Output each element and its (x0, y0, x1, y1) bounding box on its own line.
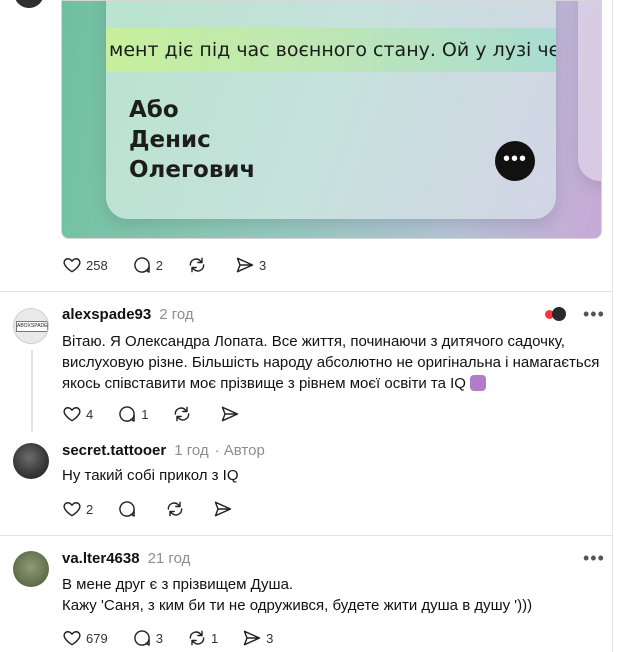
heart-icon (63, 407, 81, 422)
repost-icon (175, 406, 190, 422)
repost-button[interactable] (172, 404, 196, 424)
more-icon[interactable]: ••• (583, 304, 605, 325)
like-button[interactable]: 4 (62, 404, 93, 424)
comment-username[interactable]: secret.tattooer 1 год · Автор (62, 442, 265, 459)
liked-by-author-icon (545, 307, 567, 321)
avatar[interactable]: ABOXSPADE (13, 308, 49, 344)
reply-button[interactable]: 3 (132, 628, 163, 648)
share-icon (243, 630, 261, 646)
heart-icon (63, 258, 81, 273)
comment-line: якось співставити моє прізвище з рівнем … (62, 373, 599, 394)
avatar-badge-text: ABOXSPADE (16, 321, 48, 332)
post-actions: 258 2 3 (62, 253, 290, 277)
like-button[interactable]: 2 (62, 499, 93, 519)
repost-icon (167, 501, 183, 517)
comment-line: Ну такий собі прикол з IQ (62, 467, 239, 484)
reply-count: 3 (155, 630, 163, 646)
repost-icon (189, 630, 205, 646)
repost-count: 1 (210, 630, 219, 646)
media-more-button[interactable]: ••• (495, 141, 535, 181)
shrug-emoji-icon (469, 375, 486, 391)
reply-count: 1 (141, 406, 149, 422)
media-name-line-3: Олегович (129, 157, 256, 183)
comment-actions: 2 (62, 497, 261, 521)
like-count: 2 (86, 501, 94, 517)
avatar[interactable] (13, 551, 49, 587)
media-scroll-text: мент діє під час воєнного стану. Ой у лу… (109, 39, 556, 61)
username-text[interactable]: va.lter4638 (62, 550, 140, 567)
post-author-avatar[interactable] (14, 0, 44, 8)
username-text[interactable]: alexspade93 (62, 306, 151, 323)
comment-time: 1 год (174, 442, 209, 459)
reply-button[interactable]: 2 (132, 255, 163, 275)
share-button[interactable]: 3 (242, 628, 273, 648)
comment-text: Вітаю. Я Олександра Лопата. Все життя, п… (62, 331, 599, 394)
comment-text: Ну такий собі прикол з IQ (62, 465, 239, 486)
divider (0, 535, 612, 536)
like-count: 679 (86, 630, 108, 646)
share-button[interactable] (220, 404, 244, 424)
comment-line: вислуховую різне. Більшість народу абсол… (62, 354, 600, 371)
comment-username[interactable]: alexspade93 2 год (62, 306, 194, 323)
like-count: 258 (86, 257, 108, 273)
comment-username[interactable]: va.lter4638 21 год (62, 550, 190, 567)
comment-icon (133, 257, 150, 273)
heart-icon (63, 502, 81, 517)
comment-line: В мене друг є з прізвищем Душа. (62, 576, 294, 593)
comment-icon (119, 406, 136, 422)
repost-button[interactable] (165, 499, 189, 519)
heart-icon (63, 631, 81, 646)
reply-button[interactable] (117, 499, 141, 519)
repost-button[interactable]: 1 (187, 628, 218, 648)
comment-icon (119, 501, 136, 517)
comment-actions: 679 3 1 3 (62, 626, 297, 650)
comment-time: 2 год (159, 306, 194, 323)
share-count: 3 (266, 630, 274, 646)
comment-line: Вітаю. Я Олександра Лопата. Все життя, п… (62, 333, 565, 350)
share-icon (215, 501, 232, 517)
repost-button[interactable] (187, 255, 211, 275)
share-button[interactable] (213, 499, 237, 519)
like-button[interactable]: 679 (62, 628, 108, 648)
author-tag: · Автор (214, 442, 265, 459)
divider (0, 291, 612, 292)
reply-button[interactable]: 1 (117, 404, 148, 424)
comment-icon (133, 630, 150, 646)
username-text[interactable]: secret.tattooer (62, 442, 166, 459)
share-icon (222, 406, 239, 422)
like-count: 4 (86, 406, 94, 422)
comment-line-text: якось співставити моє прізвище з рівнем … (62, 375, 466, 392)
like-button[interactable]: 258 (62, 255, 108, 275)
share-count: 3 (258, 257, 267, 273)
repost-icon (189, 257, 205, 273)
comment-actions: 4 1 (62, 402, 268, 426)
media-name-line-1: Або (129, 97, 179, 123)
comment-text: В мене друг є з прізвищем Душа. Кажу 'Са… (62, 574, 532, 616)
comment-time: 21 год (147, 550, 191, 567)
more-icon[interactable]: ••• (583, 548, 605, 569)
share-button[interactable]: 3 (235, 255, 266, 275)
media-name-line-2: Денис (129, 127, 211, 153)
media-next-card (578, 1, 601, 181)
media-scroll-strip: мент діє під час воєнного стану. Ой у лу… (106, 28, 556, 72)
frame-divider (612, 0, 613, 652)
reply-count: 2 (155, 257, 163, 273)
share-icon (236, 257, 254, 273)
thread-line (31, 350, 33, 432)
post-media-card[interactable]: мент діє під час воєнного стану. Ой у лу… (61, 0, 602, 239)
comment-line: Кажу 'Саня, з ким би ти не одружився, бу… (62, 597, 533, 614)
avatar[interactable] (13, 443, 49, 479)
